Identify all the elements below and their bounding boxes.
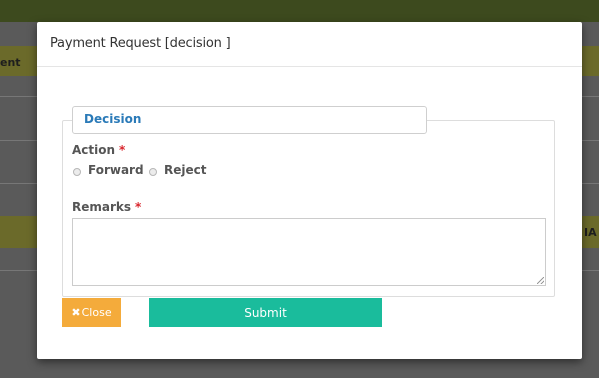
x-icon: ✖ bbox=[71, 306, 81, 319]
remarks-label-text: Remarks bbox=[72, 200, 132, 214]
section-legend-text: Decision bbox=[84, 112, 142, 126]
action-label: Action * bbox=[72, 143, 125, 157]
payment-request-modal: Payment Request [decision ] Decision Act… bbox=[37, 22, 582, 359]
radio-forward-label[interactable]: Forward bbox=[88, 163, 144, 177]
submit-button[interactable]: Submit bbox=[149, 298, 382, 327]
close-button-label: Close bbox=[81, 306, 112, 319]
section-legend: Decision bbox=[72, 106, 427, 134]
remarks-textarea[interactable] bbox=[72, 218, 546, 286]
radio-reject-label[interactable]: Reject bbox=[164, 163, 206, 177]
required-mark: * bbox=[135, 200, 142, 214]
required-mark: * bbox=[119, 143, 126, 157]
background-right-fragment: IA bbox=[584, 226, 597, 239]
action-label-text: Action bbox=[72, 143, 116, 157]
modal-title: Payment Request [decision ] bbox=[50, 36, 231, 51]
radio-reject[interactable] bbox=[149, 168, 157, 176]
remarks-label: Remarks * bbox=[72, 200, 141, 214]
background-left-fragment: ent bbox=[0, 56, 21, 69]
radio-forward[interactable] bbox=[73, 168, 81, 176]
resize-handle-icon[interactable] bbox=[537, 277, 544, 284]
modal-header: Payment Request [decision ] bbox=[37, 22, 582, 67]
close-button[interactable]: ✖ Close bbox=[62, 298, 121, 327]
background-topbar bbox=[0, 0, 599, 22]
